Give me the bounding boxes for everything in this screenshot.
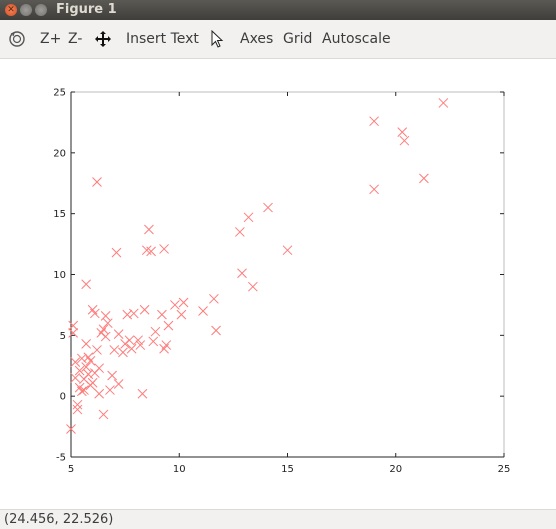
axes-button[interactable]: Axes [240, 31, 273, 47]
x-tick-label: 20 [389, 464, 402, 475]
cursor-coordinates: (24.456, 22.526) [4, 512, 114, 527]
maximize-window-button[interactable] [35, 4, 47, 16]
x-tick-label: 15 [281, 464, 294, 475]
y-tick-label: 25 [53, 88, 66, 99]
insert-text-button[interactable]: Insert Text [126, 31, 199, 47]
title-bar: ✕ Figure 1 [0, 0, 556, 20]
zoom-out-button[interactable]: Z- [68, 31, 82, 47]
y-tick-label: 5 [60, 331, 66, 342]
x-tick-label: 10 [173, 464, 186, 475]
x-tick-label: 5 [68, 464, 74, 475]
minimize-window-button[interactable] [20, 4, 32, 16]
window-title: Figure 1 [56, 2, 117, 17]
rotate-icon[interactable] [8, 30, 26, 52]
grid-button[interactable]: Grid [283, 31, 312, 47]
y-tick-label: -5 [56, 453, 66, 464]
scatter-plot[interactable]: 5 10 15 20 25 -5 0 5 10 15 20 25 [0, 59, 556, 509]
y-tick-label: 10 [53, 270, 66, 281]
figure-toolbar: Z+ Z- Insert Text Axes Grid Autoscale [0, 20, 556, 59]
pan-arrows-icon[interactable] [94, 30, 112, 52]
x-tick-label: 25 [498, 464, 511, 475]
y-tick-label: 20 [53, 148, 66, 159]
close-window-button[interactable]: ✕ [5, 4, 17, 16]
status-bar: (24.456, 22.526) [0, 509, 556, 529]
select-pointer-icon[interactable] [210, 29, 224, 52]
zoom-in-button[interactable]: Z+ [40, 31, 61, 47]
y-tick-label: 0 [60, 392, 66, 403]
autoscale-button[interactable]: Autoscale [322, 31, 391, 47]
axes-box [70, 91, 505, 458]
y-tick-label: 15 [53, 209, 66, 220]
plot-area[interactable]: 5 10 15 20 25 -5 0 5 10 15 20 25 [0, 59, 556, 509]
